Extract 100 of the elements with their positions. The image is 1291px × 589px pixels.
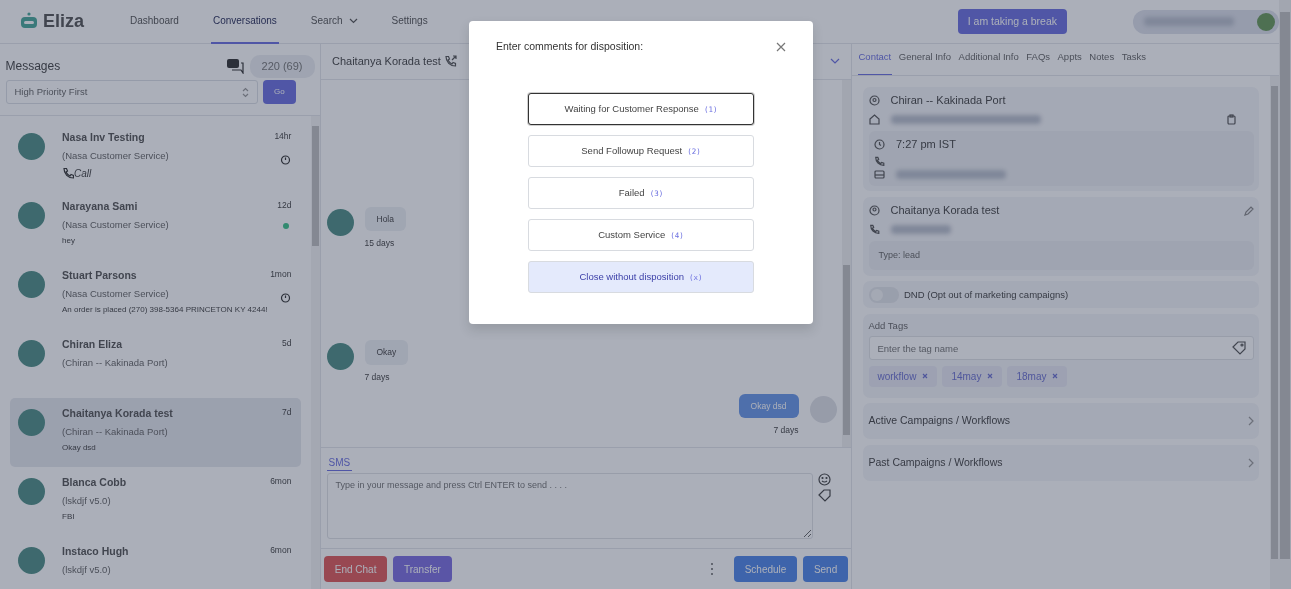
break-button[interactable]: I am taking a break bbox=[957, 8, 1067, 35]
team-name: (Nasa Customer Service) bbox=[62, 217, 170, 232]
close-icon[interactable] bbox=[1051, 373, 1058, 380]
contact-avatar bbox=[18, 339, 45, 367]
message-preview: FBI bbox=[62, 510, 75, 523]
contact-name: Narayana Sami bbox=[62, 198, 139, 214]
conversation-item[interactable]: Chiran Eliza (Chiran -- Kakinada Port) 5d bbox=[10, 328, 302, 398]
dialog-title: Enter comments for disposition: bbox=[496, 39, 645, 54]
tag-label: 14may bbox=[951, 369, 982, 384]
pencil-icon[interactable] bbox=[1243, 205, 1254, 216]
message-preview: Okay dsd bbox=[62, 441, 96, 454]
timestamp: 6mon bbox=[270, 474, 292, 488]
nav-link[interactable]: Dashboard bbox=[128, 0, 181, 44]
contact-type: Type: lead bbox=[868, 240, 1254, 271]
conversation-item[interactable]: Narayana Sami (Nasa Customer Service) hey 12d bbox=[10, 190, 302, 260]
smiley-icon[interactable] bbox=[818, 473, 831, 487]
person-circle-icon bbox=[868, 205, 880, 216]
action-button[interactable]: Schedule bbox=[733, 556, 798, 583]
contact-avatar bbox=[18, 477, 45, 505]
timestamp: 6mon bbox=[270, 543, 292, 557]
tag-icon[interactable] bbox=[818, 489, 831, 503]
contact-name: Nasa Inv Testing bbox=[62, 129, 146, 145]
blurred-text bbox=[890, 225, 951, 235]
contact-avatar bbox=[326, 209, 354, 237]
app-logo: Eliza bbox=[43, 10, 85, 33]
action-button[interactable]: Send bbox=[802, 556, 849, 583]
call-label: Call bbox=[74, 166, 92, 181]
message-preview: An order is placed (270) 398-5364 PRINCETON KY 4244! bbox=[62, 303, 268, 316]
team-name: (lskdjf v5.0) bbox=[62, 493, 112, 508]
nav-link[interactable]: Settings bbox=[389, 0, 430, 44]
team-name: (Nasa Customer Service) bbox=[62, 148, 170, 163]
tag-icon bbox=[1231, 341, 1246, 356]
phone-icon[interactable] bbox=[443, 54, 457, 68]
nav-link[interactable]: Conversations bbox=[210, 0, 279, 44]
channel-tab[interactable]: SMS bbox=[326, 454, 353, 471]
scrollbar[interactable] bbox=[842, 79, 851, 448]
house-icon bbox=[868, 114, 880, 126]
close-icon[interactable] bbox=[986, 373, 993, 380]
close-icon[interactable] bbox=[921, 373, 928, 380]
conversation-item[interactable]: Instaco Hugh (lskdjf v5.0) 6mon bbox=[10, 535, 302, 589]
tab[interactable]: Additional Info bbox=[957, 49, 1020, 75]
message-time: 15 days bbox=[364, 237, 395, 251]
chevron-down-icon[interactable] bbox=[830, 58, 840, 65]
tag-label: 18may bbox=[1016, 369, 1047, 384]
tab[interactable]: General Info bbox=[897, 49, 953, 75]
message-preview: hey bbox=[62, 234, 75, 247]
scrollbar[interactable] bbox=[1279, 0, 1291, 589]
contact-avatar bbox=[18, 546, 45, 574]
message-bubble: Okay dsd bbox=[738, 393, 799, 419]
timestamp: 7d bbox=[281, 405, 292, 419]
contact-avatar bbox=[18, 408, 45, 436]
contact-name: Stuart Parsons bbox=[62, 267, 138, 283]
team-name: (Chiran -- Kakinada Port) bbox=[62, 355, 169, 370]
phone-icon bbox=[874, 155, 885, 167]
timestamp: 1mon bbox=[270, 267, 292, 281]
contact-name: Instaco Hugh bbox=[62, 543, 130, 559]
phone-icon bbox=[62, 167, 74, 179]
user-menu[interactable] bbox=[1133, 9, 1279, 34]
tag-label: workflow bbox=[877, 369, 917, 384]
team-name: (lskdjf v5.0) bbox=[62, 562, 112, 577]
tab[interactable]: Tasks bbox=[1120, 49, 1147, 75]
conversation-item[interactable]: Stuart Parsons (Nasa Customer Service) An order is placed (270) 398-5364 PRINCETON KY 4244! 1mon bbox=[10, 259, 302, 329]
location-name: Chiran -- Kakinada Port bbox=[890, 93, 1006, 109]
message-bubble: Okay bbox=[364, 340, 409, 365]
tab[interactable]: Contact bbox=[857, 49, 893, 75]
tab[interactable]: Appts bbox=[1056, 49, 1083, 75]
tab[interactable]: Notes bbox=[1088, 49, 1116, 75]
conversation-item[interactable]: Blanca Cobb (lskdjf v5.0) FBI 6mon bbox=[10, 466, 302, 536]
action-button[interactable]: End Chat bbox=[323, 556, 388, 583]
collapsible-section[interactable]: Past Campaigns / Workflows bbox=[863, 444, 1259, 481]
timestamp: 5d bbox=[281, 336, 292, 350]
message-bubble: Hola bbox=[364, 206, 406, 232]
conversation-item[interactable]: Chaitanya Korada test (Chiran -- Kakinada Port) Okay dsd 7d bbox=[10, 397, 302, 467]
team-name: (Chiran -- Kakinada Port) bbox=[62, 424, 169, 439]
contact-avatar bbox=[326, 343, 354, 370]
conversation-item[interactable]: Nasa Inv Testing (Nasa Customer Service) Call 14hr bbox=[10, 121, 302, 191]
close-icon[interactable] bbox=[776, 41, 786, 52]
sort-arrows-icon bbox=[241, 86, 249, 98]
contact-name: Chaitanya Korada test bbox=[890, 203, 1000, 219]
user-avatar bbox=[1257, 12, 1275, 31]
contact-name: Chiran Eliza bbox=[62, 336, 124, 352]
dnd-label: DND (Opt out of marketing campaigns) bbox=[904, 287, 1069, 302]
timestamp: 12d bbox=[277, 198, 292, 212]
go-button[interactable]: Go bbox=[263, 80, 296, 105]
scrollbar[interactable] bbox=[311, 116, 320, 589]
action-button[interactable]: Transfer bbox=[392, 556, 452, 583]
clock-icon bbox=[874, 139, 885, 150]
clipboard-icon[interactable] bbox=[1226, 114, 1236, 126]
nav-link[interactable]: Search bbox=[308, 0, 360, 44]
collapsible-section[interactable]: Active Campaigns / Workflows bbox=[863, 403, 1259, 440]
tag-input[interactable]: Enter the tag name bbox=[868, 336, 1254, 361]
scrollbar[interactable] bbox=[1270, 75, 1279, 589]
more-options-icon[interactable] bbox=[708, 562, 715, 577]
chat-icon bbox=[226, 58, 244, 75]
chevron-right-icon bbox=[1247, 416, 1254, 427]
message-input[interactable]: Type in your message and press Ctrl ENTER to send . . . . bbox=[326, 473, 813, 540]
sort-select[interactable]: High Priority First bbox=[5, 80, 258, 105]
contact-avatar bbox=[18, 132, 45, 160]
tab[interactable]: FAQs bbox=[1025, 49, 1052, 75]
timestamp: 14hr bbox=[274, 129, 292, 143]
